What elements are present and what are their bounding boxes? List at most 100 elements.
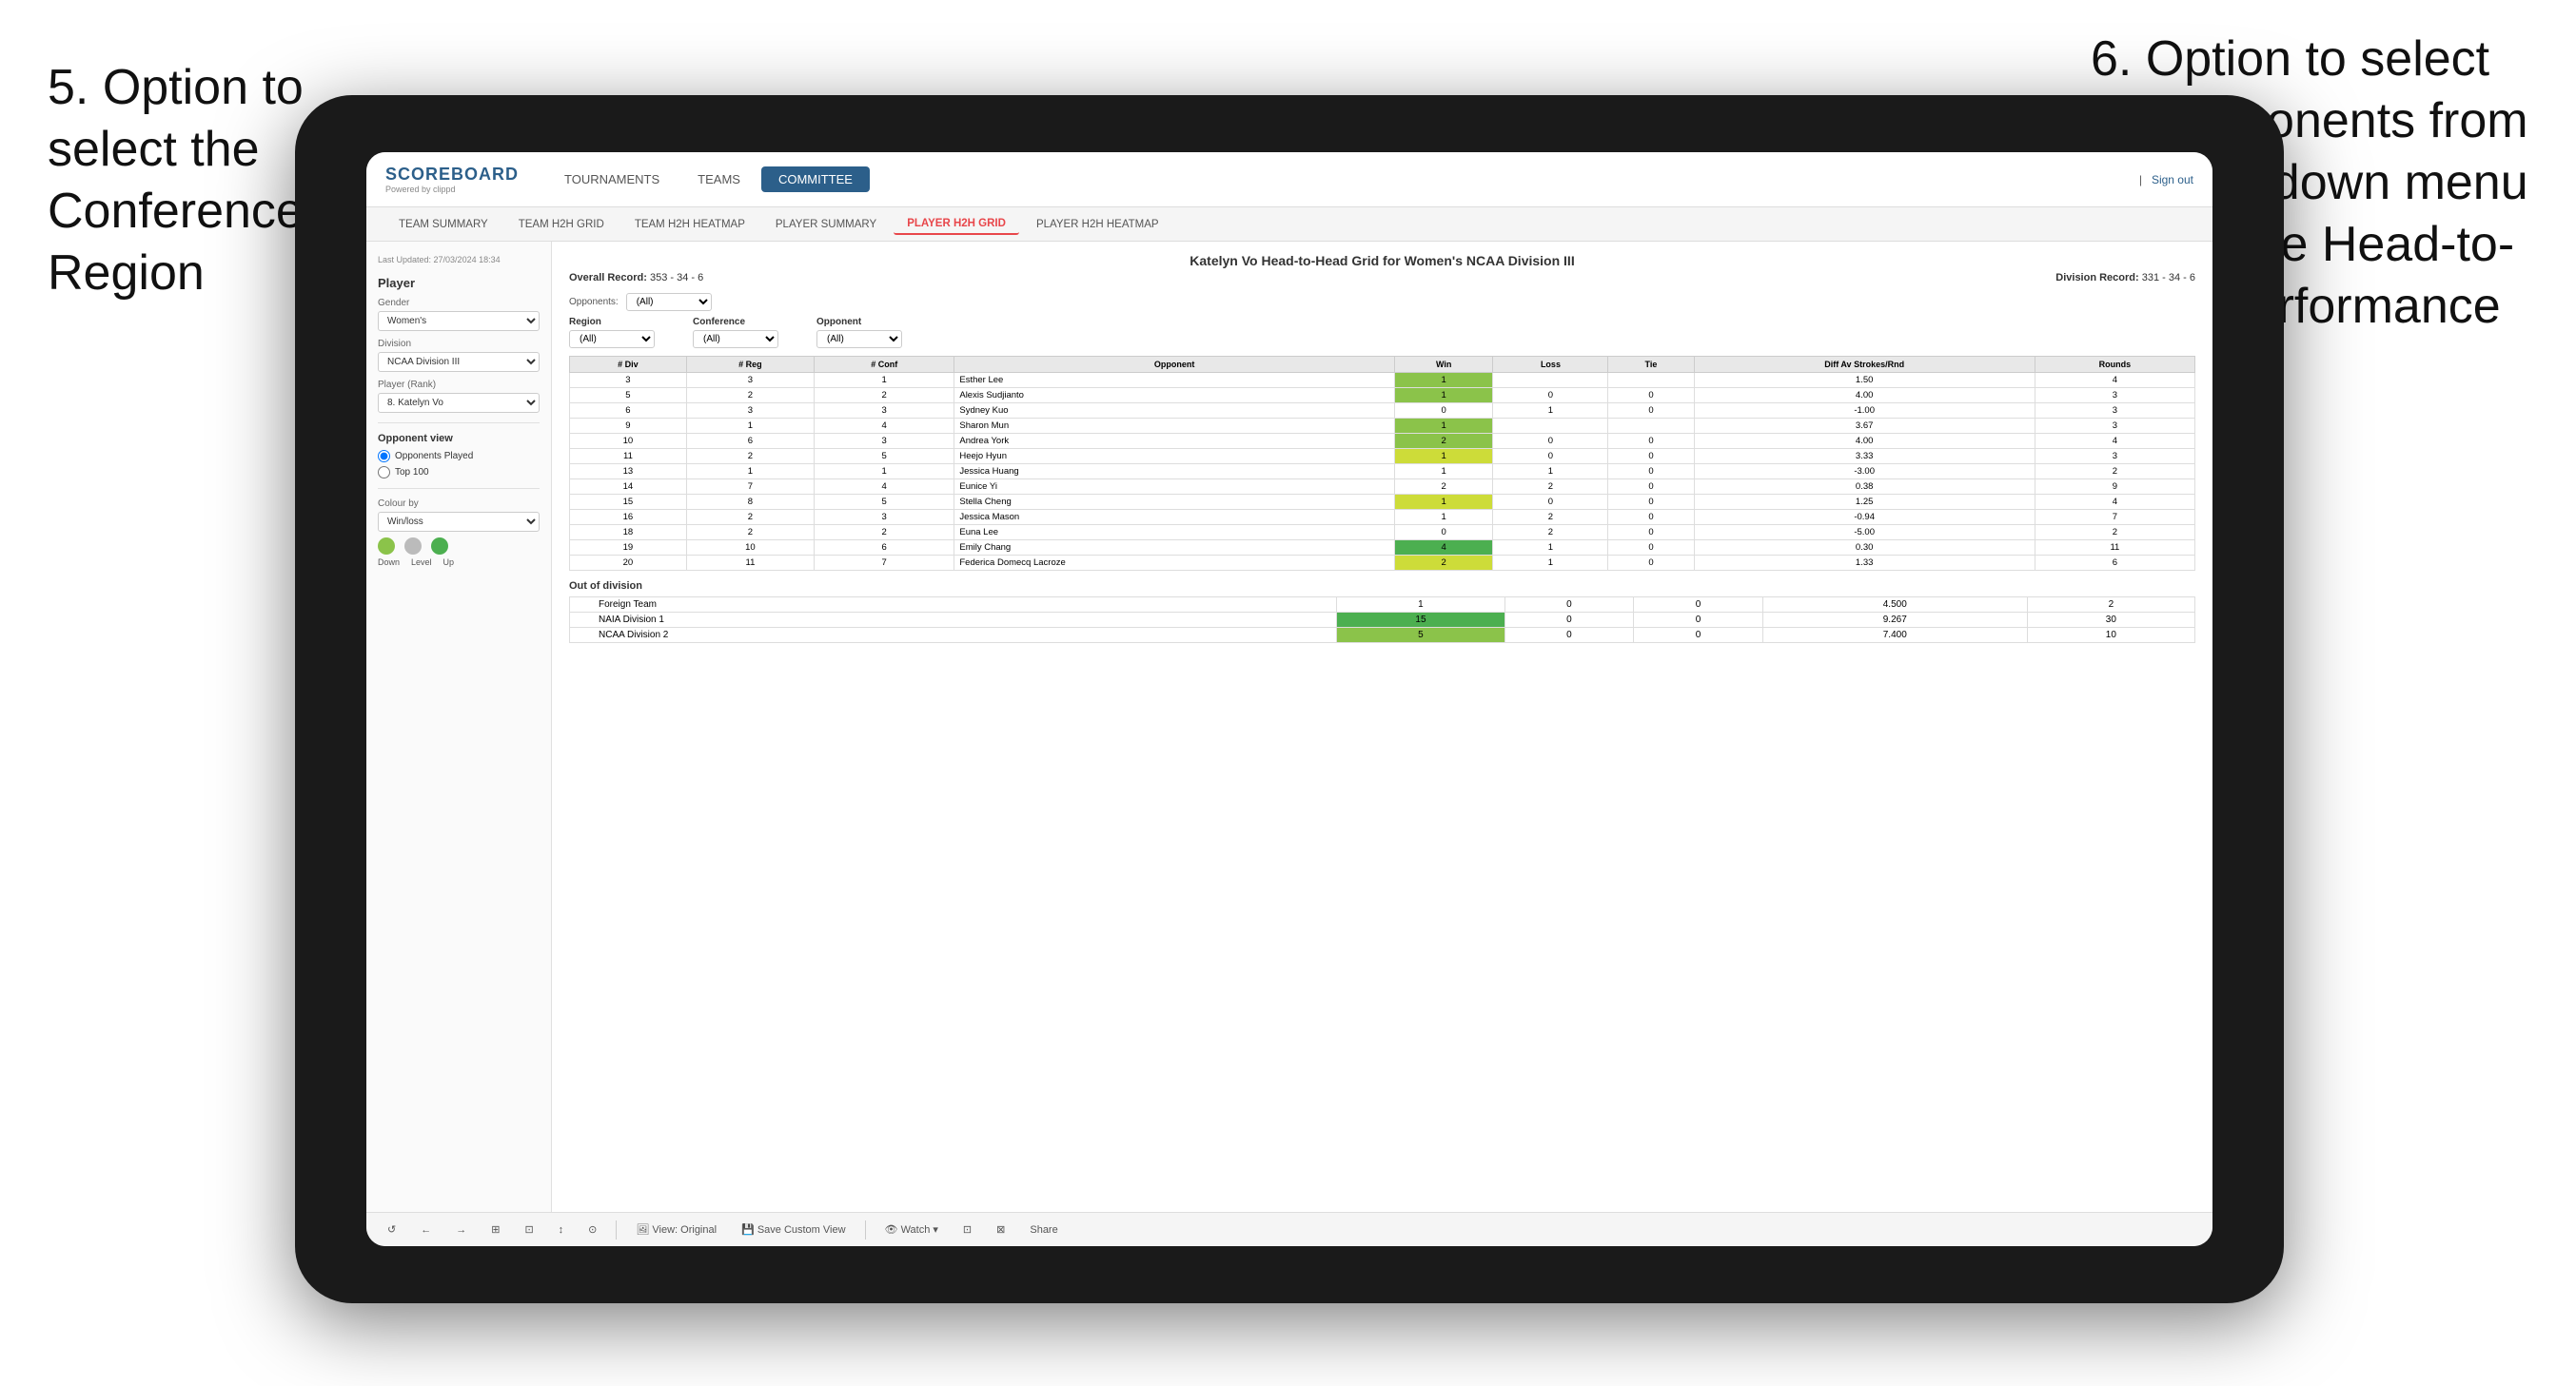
- table-row: 14 7 4 Eunice Yi 2 2 0 0.38 9: [570, 479, 2195, 495]
- table-row: 16 2 3 Jessica Mason 1 2 0 -0.94 7: [570, 510, 2195, 525]
- toolbar-view-original[interactable]: 🖼 View: Original: [630, 1221, 722, 1238]
- toolbar-sep-1: [616, 1220, 617, 1240]
- h2h-table: # Div # Reg # Conf Opponent Win Loss Tie…: [569, 356, 2195, 571]
- subnav-team-h2h-heatmap[interactable]: TEAM H2H HEATMAP: [621, 215, 758, 234]
- colour-label-up: Up: [443, 557, 455, 567]
- radio-opponents-played-input[interactable]: [378, 450, 390, 462]
- colour-circles: [378, 537, 540, 555]
- region-select[interactable]: (All): [569, 330, 655, 348]
- th-reg: # Reg: [686, 357, 814, 373]
- sidebar-section-title: Player: [378, 276, 540, 290]
- table-row: 20 11 7 Federica Domecq Lacroze 2 1 0 1.…: [570, 556, 2195, 571]
- toolbar-watch[interactable]: 👁 Watch ▾: [879, 1221, 944, 1238]
- opponents-filter-row: Opponents: (All): [569, 293, 2195, 311]
- gender-label: Gender: [378, 298, 540, 308]
- app-header: SCOREBOARD Powered by clippd TOURNAMENTS…: [366, 152, 2212, 207]
- ood-row: NCAA Division 2 5 0 0 7.400 10: [570, 628, 2195, 643]
- radio-opponents-played[interactable]: Opponents Played: [378, 450, 540, 462]
- toolbar-forward[interactable]: →: [450, 1222, 472, 1238]
- out-of-division-title: Out of division: [569, 580, 2195, 592]
- colour-labels: Down Level Up: [378, 557, 540, 567]
- division-select[interactable]: NCAA Division III: [378, 352, 540, 372]
- subnav-team-h2h-grid[interactable]: TEAM H2H GRID: [505, 215, 618, 234]
- toolbar-share[interactable]: Share: [1024, 1222, 1063, 1238]
- nav-committee[interactable]: COMMITTEE: [761, 166, 870, 192]
- th-win: Win: [1394, 357, 1493, 373]
- colour-section: Colour by Win/loss Down Level Up: [378, 498, 540, 567]
- filter-group-opponent: Opponent (All): [816, 317, 902, 348]
- th-opponent: Opponent: [954, 357, 1395, 373]
- record-row: Overall Record: 353 - 34 - 6 Division Re…: [569, 272, 2195, 283]
- filter-opponent-title: Opponent: [816, 317, 902, 327]
- table-row: 3 3 1 Esther Lee 1 1.50 4: [570, 373, 2195, 388]
- table-row: 18 2 2 Euna Lee 0 2 0 -5.00 2: [570, 525, 2195, 540]
- toolbar-share-icon[interactable]: ⊠: [991, 1221, 1011, 1238]
- circle-down: [378, 537, 395, 555]
- circle-level: [404, 537, 422, 555]
- opponent-view-title: Opponent view: [378, 433, 540, 444]
- filter-conference-title: Conference: [693, 317, 778, 327]
- radio-top100-input[interactable]: [378, 466, 390, 478]
- opponent-select[interactable]: (All): [816, 330, 902, 348]
- table-row: 15 8 5 Stella Cheng 1 0 0 1.25 4: [570, 495, 2195, 510]
- sidebar-divider-2: [378, 488, 540, 489]
- subnav-team-summary[interactable]: TEAM SUMMARY: [385, 215, 501, 234]
- radio-opponents-played-label: Opponents Played: [395, 451, 473, 461]
- table-row: 13 1 1 Jessica Huang 1 1 0 -3.00 2: [570, 464, 2195, 479]
- table-row: 19 10 6 Emily Chang 4 1 0 0.30 11: [570, 540, 2195, 556]
- subnav-player-h2h-heatmap[interactable]: PLAYER H2H HEATMAP: [1023, 215, 1172, 234]
- sub-nav: TEAM SUMMARY TEAM H2H GRID TEAM H2H HEAT…: [366, 207, 2212, 242]
- filter-group-region: Region (All): [569, 317, 655, 348]
- table-row: 9 1 4 Sharon Mun 1 3.67 3: [570, 419, 2195, 434]
- radio-top100-label: Top 100: [395, 467, 429, 478]
- nav-tournaments[interactable]: TOURNAMENTS: [547, 166, 677, 192]
- main-content: Last Updated: 27/03/2024 18:34 Player Ge…: [366, 242, 2212, 1212]
- toolbar-zoom-fit[interactable]: ⊡: [519, 1221, 539, 1238]
- conference-select[interactable]: (All): [693, 330, 778, 348]
- toolbar-save-custom[interactable]: 💾 Save Custom View: [736, 1221, 851, 1238]
- radio-top100[interactable]: Top 100: [378, 466, 540, 478]
- toolbar-comment[interactable]: ⊡: [957, 1221, 977, 1238]
- circle-up: [431, 537, 448, 555]
- table-row: 6 3 3 Sydney Kuo 0 1 0 -1.00 3: [570, 403, 2195, 419]
- overall-record: Overall Record: 353 - 34 - 6: [569, 272, 703, 283]
- ood-row: Foreign Team 1 0 0 4.500 2: [570, 597, 2195, 613]
- colour-label-down: Down: [378, 557, 400, 567]
- toolbar-undo[interactable]: ↺: [382, 1221, 402, 1238]
- colour-by-label: Colour by: [378, 498, 540, 509]
- gender-select[interactable]: Women's: [378, 311, 540, 331]
- player-rank-select[interactable]: 8. Katelyn Vo: [378, 393, 540, 413]
- header-pipe: |: [2139, 173, 2142, 186]
- table-row: 11 2 5 Heejo Hyun 1 0 0 3.33 3: [570, 449, 2195, 464]
- toolbar-resize[interactable]: ↕: [553, 1222, 570, 1238]
- sign-out-link[interactable]: Sign out: [2152, 173, 2193, 186]
- th-diff: Diff Av Strokes/Rnd: [1694, 357, 2035, 373]
- tablet-screen: SCOREBOARD Powered by clippd TOURNAMENTS…: [366, 152, 2212, 1246]
- th-tie: Tie: [1608, 357, 1694, 373]
- filter-group-conference: Conference (All): [693, 317, 778, 348]
- filter-groups: Region (All) Conference (All) Opponent: [569, 317, 2195, 348]
- opponents-select[interactable]: (All): [626, 293, 712, 311]
- toolbar-sep-2: [865, 1220, 866, 1240]
- th-conf: # Conf: [815, 357, 954, 373]
- player-rank-label: Player (Rank): [378, 380, 540, 390]
- sidebar-divider: [378, 422, 540, 423]
- toolbar-back[interactable]: ←: [415, 1222, 437, 1238]
- grid-title: Katelyn Vo Head-to-Head Grid for Women's…: [569, 253, 2195, 268]
- toolbar-grid[interactable]: ⊞: [485, 1221, 505, 1238]
- ood-table: Foreign Team 1 0 0 4.500 2 NAIA Division…: [569, 596, 2195, 643]
- division-record: Division Record: 331 - 34 - 6: [2055, 272, 2195, 283]
- ood-row: NAIA Division 1 15 0 0 9.267 30: [570, 613, 2195, 628]
- nav-teams[interactable]: TEAMS: [680, 166, 757, 192]
- opponents-label: Opponents:: [569, 297, 619, 307]
- grid-area: Katelyn Vo Head-to-Head Grid for Women's…: [552, 242, 2212, 1212]
- colour-by-select[interactable]: Win/loss: [378, 512, 540, 532]
- subnav-player-h2h-grid[interactable]: PLAYER H2H GRID: [894, 214, 1019, 235]
- main-nav: TOURNAMENTS TEAMS COMMITTEE: [547, 166, 2139, 192]
- logo-area: SCOREBOARD Powered by clippd: [385, 165, 519, 194]
- toolbar-reset[interactable]: ⊙: [582, 1221, 602, 1238]
- colour-label-level: Level: [411, 557, 432, 567]
- sidebar-timestamp: Last Updated: 27/03/2024 18:34: [378, 255, 540, 264]
- subnav-player-summary[interactable]: PLAYER SUMMARY: [762, 215, 890, 234]
- sidebar: Last Updated: 27/03/2024 18:34 Player Ge…: [366, 242, 552, 1212]
